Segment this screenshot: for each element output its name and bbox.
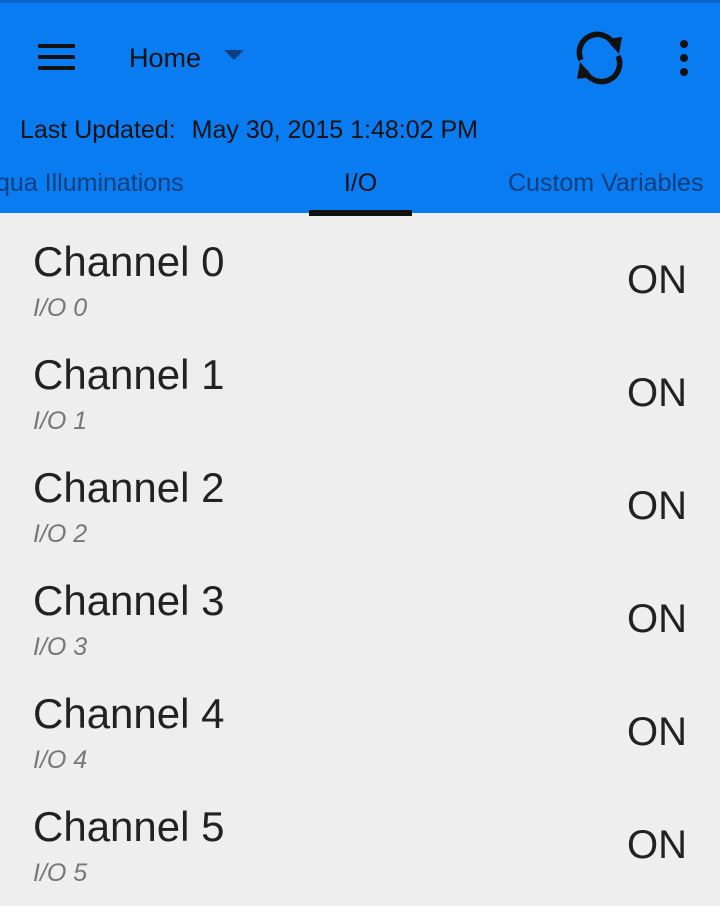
channel-subtitle: I/O 5 — [33, 859, 88, 887]
list-item-channel-5[interactable]: Channel 5 I/O 5 ON — [0, 778, 720, 891]
channel-name: Channel 5 — [33, 803, 225, 850]
channel-state: ON — [627, 484, 687, 528]
spinner-label: Home — [129, 42, 202, 73]
dropdown-arrow-icon — [224, 50, 245, 60]
last-updated-label: Last Updated: — [20, 116, 176, 144]
page-spinner[interactable]: Home — [118, 33, 245, 83]
channel-state: ON — [627, 597, 687, 641]
channel-subtitle: I/O 1 — [33, 407, 88, 435]
channel-name: Channel 1 — [33, 351, 225, 398]
menu-icon[interactable] — [34, 38, 78, 76]
channel-state: ON — [627, 823, 687, 867]
channel-name: Channel 2 — [33, 464, 225, 511]
channel-name: Channel 4 — [33, 690, 225, 737]
list-item-channel-2[interactable]: Channel 2 I/O 2 ON — [0, 439, 720, 552]
channel-subtitle: I/O 2 — [33, 520, 88, 548]
last-updated: Last Updated: May 30, 2015 1:48:02 PM — [20, 116, 478, 145]
overflow-menu-icon[interactable] — [668, 37, 700, 79]
list-item-channel-4[interactable]: Channel 4 I/O 4 ON — [0, 665, 720, 778]
channel-name: Channel 0 — [33, 238, 225, 285]
channel-state: ON — [627, 258, 687, 302]
channel-subtitle: I/O 0 — [33, 294, 88, 322]
channel-subtitle: I/O 4 — [33, 746, 88, 774]
tab-aqua-illuminations[interactable]: qua Illuminations — [0, 169, 184, 198]
last-updated-value: May 30, 2015 1:48:02 PM — [191, 116, 478, 144]
refresh-icon[interactable] — [572, 31, 628, 85]
channel-list: Channel 0 I/O 0 ON Channel 1 I/O 1 ON Ch… — [0, 213, 720, 891]
tab-custom-variables[interactable]: Custom Variables — [508, 169, 703, 198]
tab-io[interactable]: I/O — [309, 169, 412, 198]
app-bar: Home Last Updated: May 30, 2015 1:48:02 P… — [0, 0, 720, 216]
list-item-channel-0[interactable]: Channel 0 I/O 0 ON — [0, 213, 720, 326]
channel-state: ON — [627, 371, 687, 415]
channel-state: ON — [627, 710, 687, 754]
list-item-channel-1[interactable]: Channel 1 I/O 1 ON — [0, 326, 720, 439]
channel-name: Channel 3 — [33, 577, 225, 624]
channel-subtitle: I/O 3 — [33, 633, 88, 661]
list-item-channel-3[interactable]: Channel 3 I/O 3 ON — [0, 552, 720, 665]
